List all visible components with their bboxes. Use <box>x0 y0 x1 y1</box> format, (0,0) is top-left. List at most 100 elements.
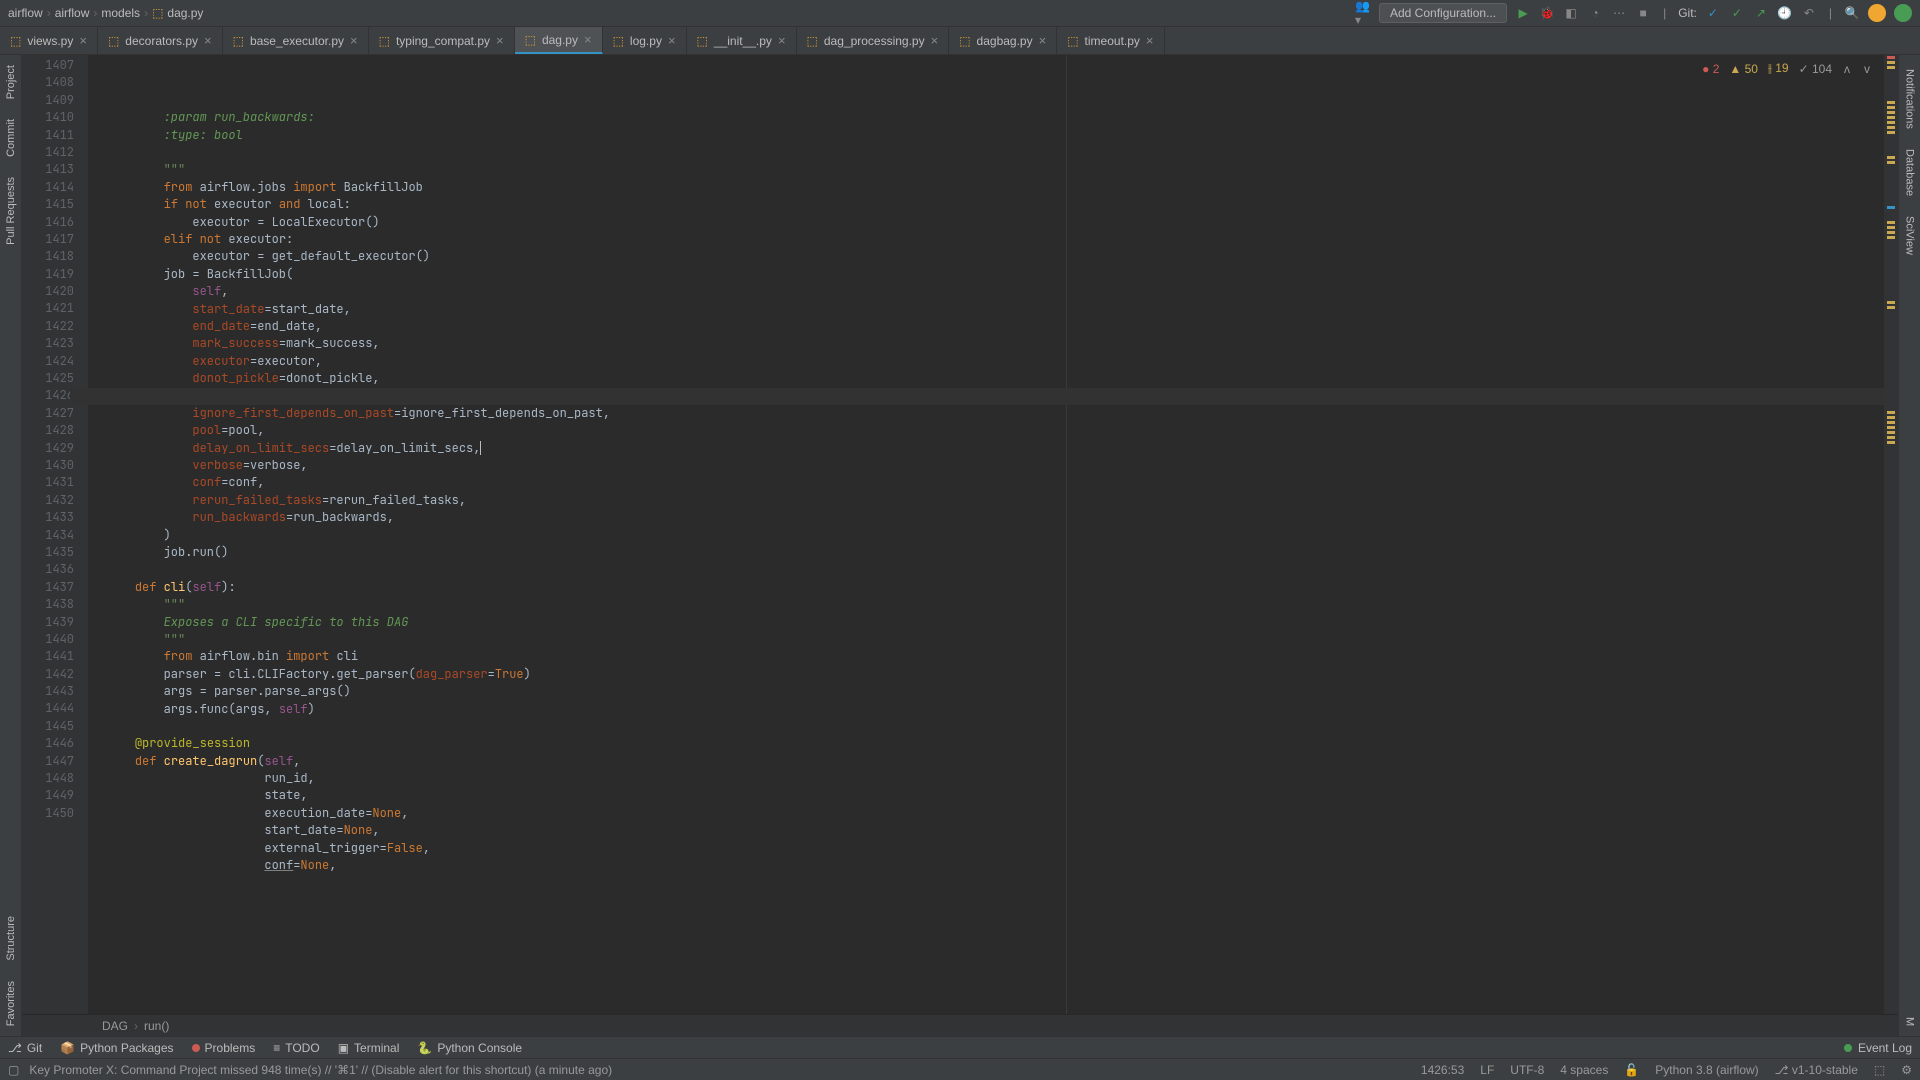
code-line[interactable] <box>106 144 1884 161</box>
favorites-tool-button[interactable]: Favorites <box>3 971 19 1036</box>
code-line[interactable]: @provide_session <box>106 735 1884 752</box>
code-line[interactable]: from airflow.bin import cli <box>106 648 1884 665</box>
code-line[interactable]: from airflow.jobs import BackfillJob <box>106 179 1884 196</box>
sciview-tool-button[interactable]: SciView <box>1902 206 1918 265</box>
code-line[interactable]: start_date=start_date, <box>106 301 1884 318</box>
file-encoding[interactable]: UTF-8 <box>1510 1063 1544 1077</box>
breadcrumb-mid[interactable]: airflow <box>55 6 90 20</box>
code-line[interactable]: executor=executor, <box>106 353 1884 370</box>
code-line[interactable]: args.func(args, self) <box>106 701 1884 718</box>
breadcrumb-method[interactable]: run() <box>144 1019 169 1033</box>
code-line[interactable]: rerun_failed_tasks=rerun_failed_tasks, <box>106 492 1884 509</box>
ide-status-icon[interactable]: ⚙ <box>1901 1063 1912 1077</box>
code-line[interactable]: ignore_first_depends_on_past=ignore_firs… <box>106 405 1884 422</box>
code-line[interactable]: if not executor and local: <box>106 196 1884 213</box>
vcs-history-icon[interactable]: 🕘 <box>1777 5 1793 21</box>
commit-tool-button[interactable]: Commit <box>3 109 19 167</box>
python-packages-tool-button[interactable]: 📦Python Packages <box>60 1041 173 1055</box>
profile-icon[interactable]: ◔ <box>1587 5 1603 21</box>
code-line[interactable]: verbose=verbose, <box>106 457 1884 474</box>
code-line[interactable]: mark_success=mark_success, <box>106 335 1884 352</box>
code-breadcrumb[interactable]: DAG › run() <box>22 1014 1898 1036</box>
code-line[interactable]: external_trigger=False, <box>106 840 1884 857</box>
add-configuration-button[interactable]: Add Configuration... <box>1379 3 1507 23</box>
code-line[interactable]: executor = get_default_executor() <box>106 248 1884 265</box>
event-log-button[interactable]: Event Log <box>1858 1041 1912 1055</box>
indent-settings[interactable]: 4 spaces <box>1560 1063 1608 1077</box>
project-tool-button[interactable]: Project <box>3 55 19 109</box>
breadcrumb-root[interactable]: airflow <box>8 6 43 20</box>
git-tool-button[interactable]: ⎇Git <box>8 1041 42 1055</box>
code-line[interactable]: job.run() <box>106 544 1884 561</box>
code-line[interactable]: donot_pickle=donot_pickle, <box>106 370 1884 387</box>
close-tab-icon[interactable]: × <box>931 33 939 48</box>
something-icon[interactable]: ⋯ <box>1611 5 1627 21</box>
editor-tab[interactable]: ⬚log.py× <box>603 27 687 54</box>
code-line[interactable]: delay_on_limit_secs=delay_on_limit_secs, <box>106 440 1884 457</box>
error-indicator-icon[interactable]: ● 2 <box>1702 62 1719 76</box>
close-tab-icon[interactable]: × <box>350 33 358 48</box>
code-line[interactable]: start_date=None, <box>106 822 1884 839</box>
close-tab-icon[interactable]: × <box>668 33 676 48</box>
user-with-dropdown-icon[interactable]: 👥▾ <box>1355 5 1371 21</box>
code-line[interactable]: end_date=end_date, <box>106 318 1884 335</box>
next-highlight-icon[interactable]: v <box>1862 62 1872 76</box>
status-message[interactable]: Key Promoter X: Command Project missed 9… <box>29 1063 612 1077</box>
code-line[interactable]: execution_date=None, <box>106 805 1884 822</box>
python-interpreter[interactable]: Python 3.8 (airflow) <box>1655 1063 1758 1077</box>
git-branch-widget[interactable]: ⎇ v1-10-stable <box>1775 1063 1858 1077</box>
editor-tab[interactable]: ⬚__init__.py× <box>687 27 797 54</box>
warning-indicator-icon[interactable]: ▲ 50 <box>1729 62 1758 76</box>
typo-indicator-icon[interactable]: ⫲ 19 <box>1768 61 1789 76</box>
prev-highlight-icon[interactable]: ʌ <box>1842 62 1852 76</box>
editor-tab[interactable]: ⬚dag.py× <box>515 27 603 54</box>
debug-icon[interactable]: 🐞 <box>1539 5 1555 21</box>
code-line[interactable]: pool=pool, <box>106 422 1884 439</box>
code-line[interactable]: def cli(self): <box>106 579 1884 596</box>
code-line[interactable]: run_id, <box>106 770 1884 787</box>
terminal-tool-button[interactable]: ▣Terminal <box>338 1041 400 1055</box>
breadcrumb[interactable]: airflow › airflow › models › ⬚ dag.py <box>8 6 203 20</box>
error-stripe[interactable] <box>1884 55 1898 1014</box>
editor-tab[interactable]: ⬚timeout.py× <box>1057 27 1164 54</box>
code-line[interactable]: executor = LocalExecutor() <box>106 214 1884 231</box>
editor-tab[interactable]: ⬚dagbag.py× <box>949 27 1057 54</box>
code-line[interactable]: :param run_backwards: <box>106 109 1884 126</box>
editor-tab[interactable]: ⬚base_executor.py× <box>223 27 369 54</box>
code-line[interactable]: :type: bool <box>106 127 1884 144</box>
code-line[interactable]: self, <box>106 283 1884 300</box>
vcs-commit-icon[interactable]: ✓ <box>1729 5 1745 21</box>
gutter[interactable]: 1407140814091410141114121413141414151416… <box>22 55 88 1014</box>
close-tab-icon[interactable]: × <box>778 33 786 48</box>
caret-position[interactable]: 1426:53 <box>1421 1063 1464 1077</box>
mpl-tool-button[interactable]: M <box>1902 1007 1918 1036</box>
close-tab-icon[interactable]: × <box>79 33 87 48</box>
close-tab-icon[interactable]: × <box>1146 33 1154 48</box>
editor-tab[interactable]: ⬚decorators.py× <box>98 27 223 54</box>
pull-requests-tool-button[interactable]: Pull Requests <box>3 167 19 255</box>
close-tab-icon[interactable]: × <box>496 33 504 48</box>
code-line[interactable]: """ <box>106 596 1884 613</box>
code-line[interactable]: conf=conf, <box>106 474 1884 491</box>
inspection-widget[interactable]: ● 2 ▲ 50 ⫲ 19 ✓ 104 ʌ v <box>1696 59 1878 78</box>
code-line[interactable]: elif not executor: <box>106 231 1884 248</box>
python-console-tool-button[interactable]: 🐍Python Console <box>417 1041 522 1055</box>
memory-indicator-icon[interactable]: ⬚ <box>1874 1063 1885 1077</box>
close-tab-icon[interactable]: × <box>1039 33 1047 48</box>
coverage-icon[interactable]: ◧ <box>1563 5 1579 21</box>
line-separator[interactable]: LF <box>1480 1063 1494 1077</box>
vcs-revert-icon[interactable]: ↶ <box>1801 5 1817 21</box>
problems-tool-button[interactable]: Problems <box>192 1041 256 1055</box>
code-line[interactable]: state, <box>106 787 1884 804</box>
stop-icon[interactable]: ■ <box>1635 5 1651 21</box>
weak-warning-indicator-icon[interactable]: ✓ 104 <box>1799 62 1832 76</box>
run-icon[interactable]: ▶ <box>1515 5 1531 21</box>
search-icon[interactable]: 🔍 <box>1844 5 1860 21</box>
tool-window-quick-access-icon[interactable]: ▢ <box>8 1063 19 1077</box>
breadcrumb-dir[interactable]: models <box>101 6 140 20</box>
code-line[interactable]: ) <box>106 527 1884 544</box>
code-line[interactable]: """ <box>106 631 1884 648</box>
avatar-icon[interactable] <box>1868 4 1886 22</box>
code-line[interactable] <box>106 561 1884 578</box>
editor-tab[interactable]: ⬚views.py× <box>0 27 98 54</box>
